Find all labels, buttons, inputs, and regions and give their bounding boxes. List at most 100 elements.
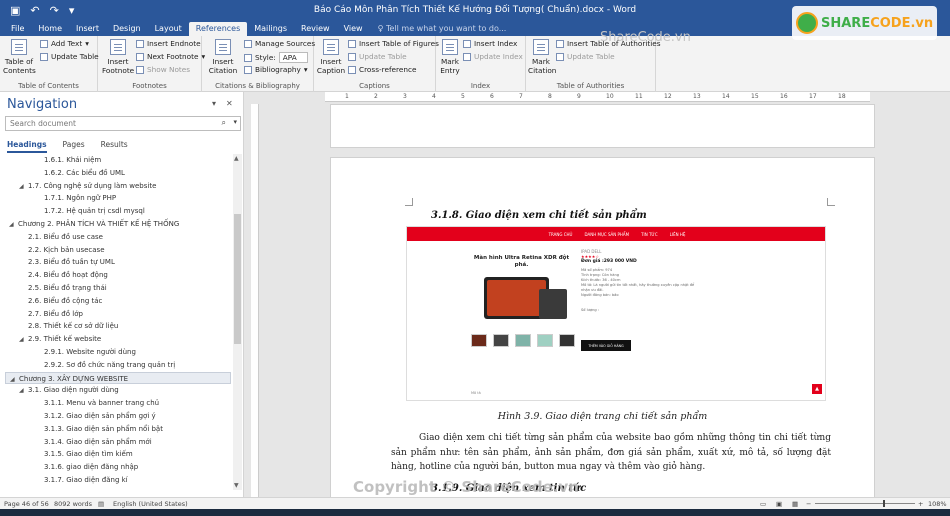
touch-icon[interactable]: ▾ [69,4,75,17]
next-footnote-button[interactable]: Next Footnote ▾ [136,52,205,61]
collapse-icon[interactable]: ◢ [19,385,28,397]
chevron-down-icon[interactable]: ▾ [233,118,237,126]
collapse-icon[interactable]: ◢ [19,334,28,346]
insert-endnote-button[interactable]: Insert Endnote [136,39,201,48]
heading-item[interactable]: 3.1.3. Giao diện sản phẩm nổi bật [5,423,231,435]
collapse-icon[interactable]: ◢ [9,219,18,231]
tab-file[interactable]: File [4,22,31,36]
heading-item[interactable]: 2.1. Biểu đồ use case [5,231,231,243]
tab-home[interactable]: Home [31,22,69,36]
tab-layout[interactable]: Layout [148,22,189,36]
scroll-down-icon[interactable]: ▼ [234,482,239,489]
tab-references[interactable]: References [188,22,248,36]
search-icon[interactable]: ⌕ [222,118,226,128]
heading-item[interactable]: ◢ 2.9. Thiết kế website [5,333,231,345]
table-of-contents-button[interactable]: Table of Contents [3,39,36,75]
heading-item[interactable]: ◢ Chương 2. PHÂN TÍCH VÀ THIẾT KẾ HỆ THỐN… [5,218,231,230]
read-mode-icon[interactable]: ▭ [760,500,766,508]
mark-entry-button[interactable]: Mark Entry [439,39,461,75]
tab-mailings[interactable]: Mailings [247,22,294,36]
tell-me-box[interactable]: ♀ Tell me what you want to do... [370,22,515,36]
insert-citation-button[interactable]: Insert Citation [206,39,240,75]
redo-icon[interactable]: ↷ [50,4,59,17]
insert-table-of-figures-button[interactable]: Insert Table of Figures [348,39,439,48]
vertical-ruler[interactable] [251,104,259,497]
heading-item[interactable]: 1.7.1. Ngôn ngữ PHP [5,192,231,204]
zoom-out-icon[interactable]: − [806,500,811,508]
print-layout-icon[interactable]: ▣ [776,500,782,508]
zoom-in-icon[interactable]: + [918,500,923,508]
heading-item[interactable]: 3.1.1. Menu và banner trang chủ [5,397,231,409]
update-index-button[interactable]: Update Index [463,52,523,61]
update-toa-button[interactable]: Update Table [556,52,615,61]
heading-item[interactable]: 2.2. Kịch bản usecase [5,244,231,256]
heading-item[interactable]: 2.6. Biểu đồ cộng tác [5,295,231,307]
ruler-number: 3 [403,93,407,100]
horizontal-ruler[interactable]: 1 2 3 4 5 6 7 8 9 10 11 12 13 14 15 16 17 18 [325,92,870,102]
current-page[interactable]: 3.1.8. Giao diện xem chi tiết sản phẩm T… [330,157,875,497]
insert-footnote-button[interactable]: Insert Footnote [102,39,134,75]
heading-item[interactable]: 1.6.1. Khái niệm [5,154,231,166]
update-tof-button[interactable]: Update Table [348,52,407,61]
heading-item[interactable]: 1.7.2. Hệ quản trị csdl mysql [5,205,231,217]
heading-item[interactable]: 2.4. Biểu đồ hoạt động [5,269,231,281]
tab-pages[interactable]: Pages [63,140,85,153]
language[interactable]: English (United States) [113,500,188,508]
proofing-icon[interactable]: ▤ [98,500,104,508]
heading-item[interactable]: 2.9.2. Sơ đồ chức năng trang quản trị [5,359,231,371]
tab-results[interactable]: Results [101,140,128,153]
heading-item-label: 3.1.1. Menu và banner trang chủ [44,399,160,408]
save-icon[interactable]: ▣ [10,4,20,17]
show-notes-button[interactable]: Show Notes [136,65,190,74]
heading-item[interactable]: 2.3. Biểu đồ tuần tự UML [5,256,231,268]
update-toc-button[interactable]: Update Table [40,52,99,61]
search-input[interactable]: Search document ⌕ ▾ [5,116,241,131]
insert-index-icon [463,39,471,48]
pane-options-icon[interactable]: ▾ [212,99,216,108]
insert-caption-button[interactable]: Insert Caption [316,39,346,75]
page-count[interactable]: Page 46 of 56 [4,500,49,508]
group-label: Table of Contents [18,82,79,90]
product-detail-screenshot[interactable]: TRANG CHỦ DANH MỤC SẢN PHẨM TIN TỨC LIÊN… [406,226,826,401]
zoom-level[interactable]: 108% [928,500,947,508]
web-layout-icon[interactable]: ▦ [792,500,798,508]
caption-icon [323,39,339,55]
heading-item[interactable]: 2.5. Biểu đồ trạng thái [5,282,231,294]
heading-item[interactable]: 1.6.2. Các biểu đồ UML [5,167,231,179]
zoom-slider[interactable] [815,500,915,507]
collapse-icon[interactable]: ◢ [19,181,28,193]
scroll-up-icon[interactable]: ▲ [234,155,239,162]
scroll-thumb[interactable] [234,214,241,344]
bibliography-button[interactable]: Bibliography ▾ [244,65,308,74]
heading-item[interactable]: ◢ Chương 3. XÂY DỰNG WEBSITE [5,371,231,384]
tab-headings[interactable]: Headings [7,140,47,153]
tab-view[interactable]: View [337,22,370,36]
heading-item[interactable]: 2.7. Biểu đồ lớp [5,308,231,320]
tab-insert[interactable]: Insert [69,22,106,36]
tab-review[interactable]: Review [294,22,337,36]
manage-sources-icon [244,39,252,48]
description-tab: Mô tả [471,391,481,395]
add-text-button[interactable]: Add Text ▾ [40,39,89,48]
close-icon[interactable]: ✕ [226,99,233,108]
insert-index-button[interactable]: Insert Index [463,39,517,48]
heading-item[interactable]: 3.1.5. Giao diện tìm kiếm [5,448,231,460]
manage-sources-button[interactable]: Manage Sources [244,39,315,48]
word-count[interactable]: 8092 words [54,500,92,508]
heading-item[interactable]: 3.1.7. Giao diện đăng kí [5,474,231,486]
mark-citation-button[interactable]: Mark Citation [528,39,556,75]
heading-item[interactable]: 2.8. Thiết kế cơ sở dữ liệu [5,320,231,332]
refresh-icon [348,52,356,61]
nav-scrollbar[interactable]: ▲ ▼ [233,154,242,490]
style-select[interactable]: Style: APA [244,52,308,63]
tab-design[interactable]: Design [106,22,148,36]
cross-reference-button[interactable]: Cross-reference [348,65,416,74]
heading-item[interactable]: 3.1.4. Giao diện sản phẩm mới [5,436,231,448]
heading-item[interactable]: ◢ 3.1. Giao diện người dùng [5,384,231,396]
previous-page[interactable] [330,104,875,148]
heading-item[interactable]: 3.1.6. giao diện đăng nhập [5,461,231,473]
heading-item[interactable]: 3.1.2. Giao diện sản phẩm gợi ý [5,410,231,422]
heading-item[interactable]: 2.9.1. Website người dùng [5,346,231,358]
heading-item[interactable]: ◢ 1.7. Công nghệ sử dụng làm website [5,180,231,192]
undo-icon[interactable]: ↶ [30,4,39,17]
